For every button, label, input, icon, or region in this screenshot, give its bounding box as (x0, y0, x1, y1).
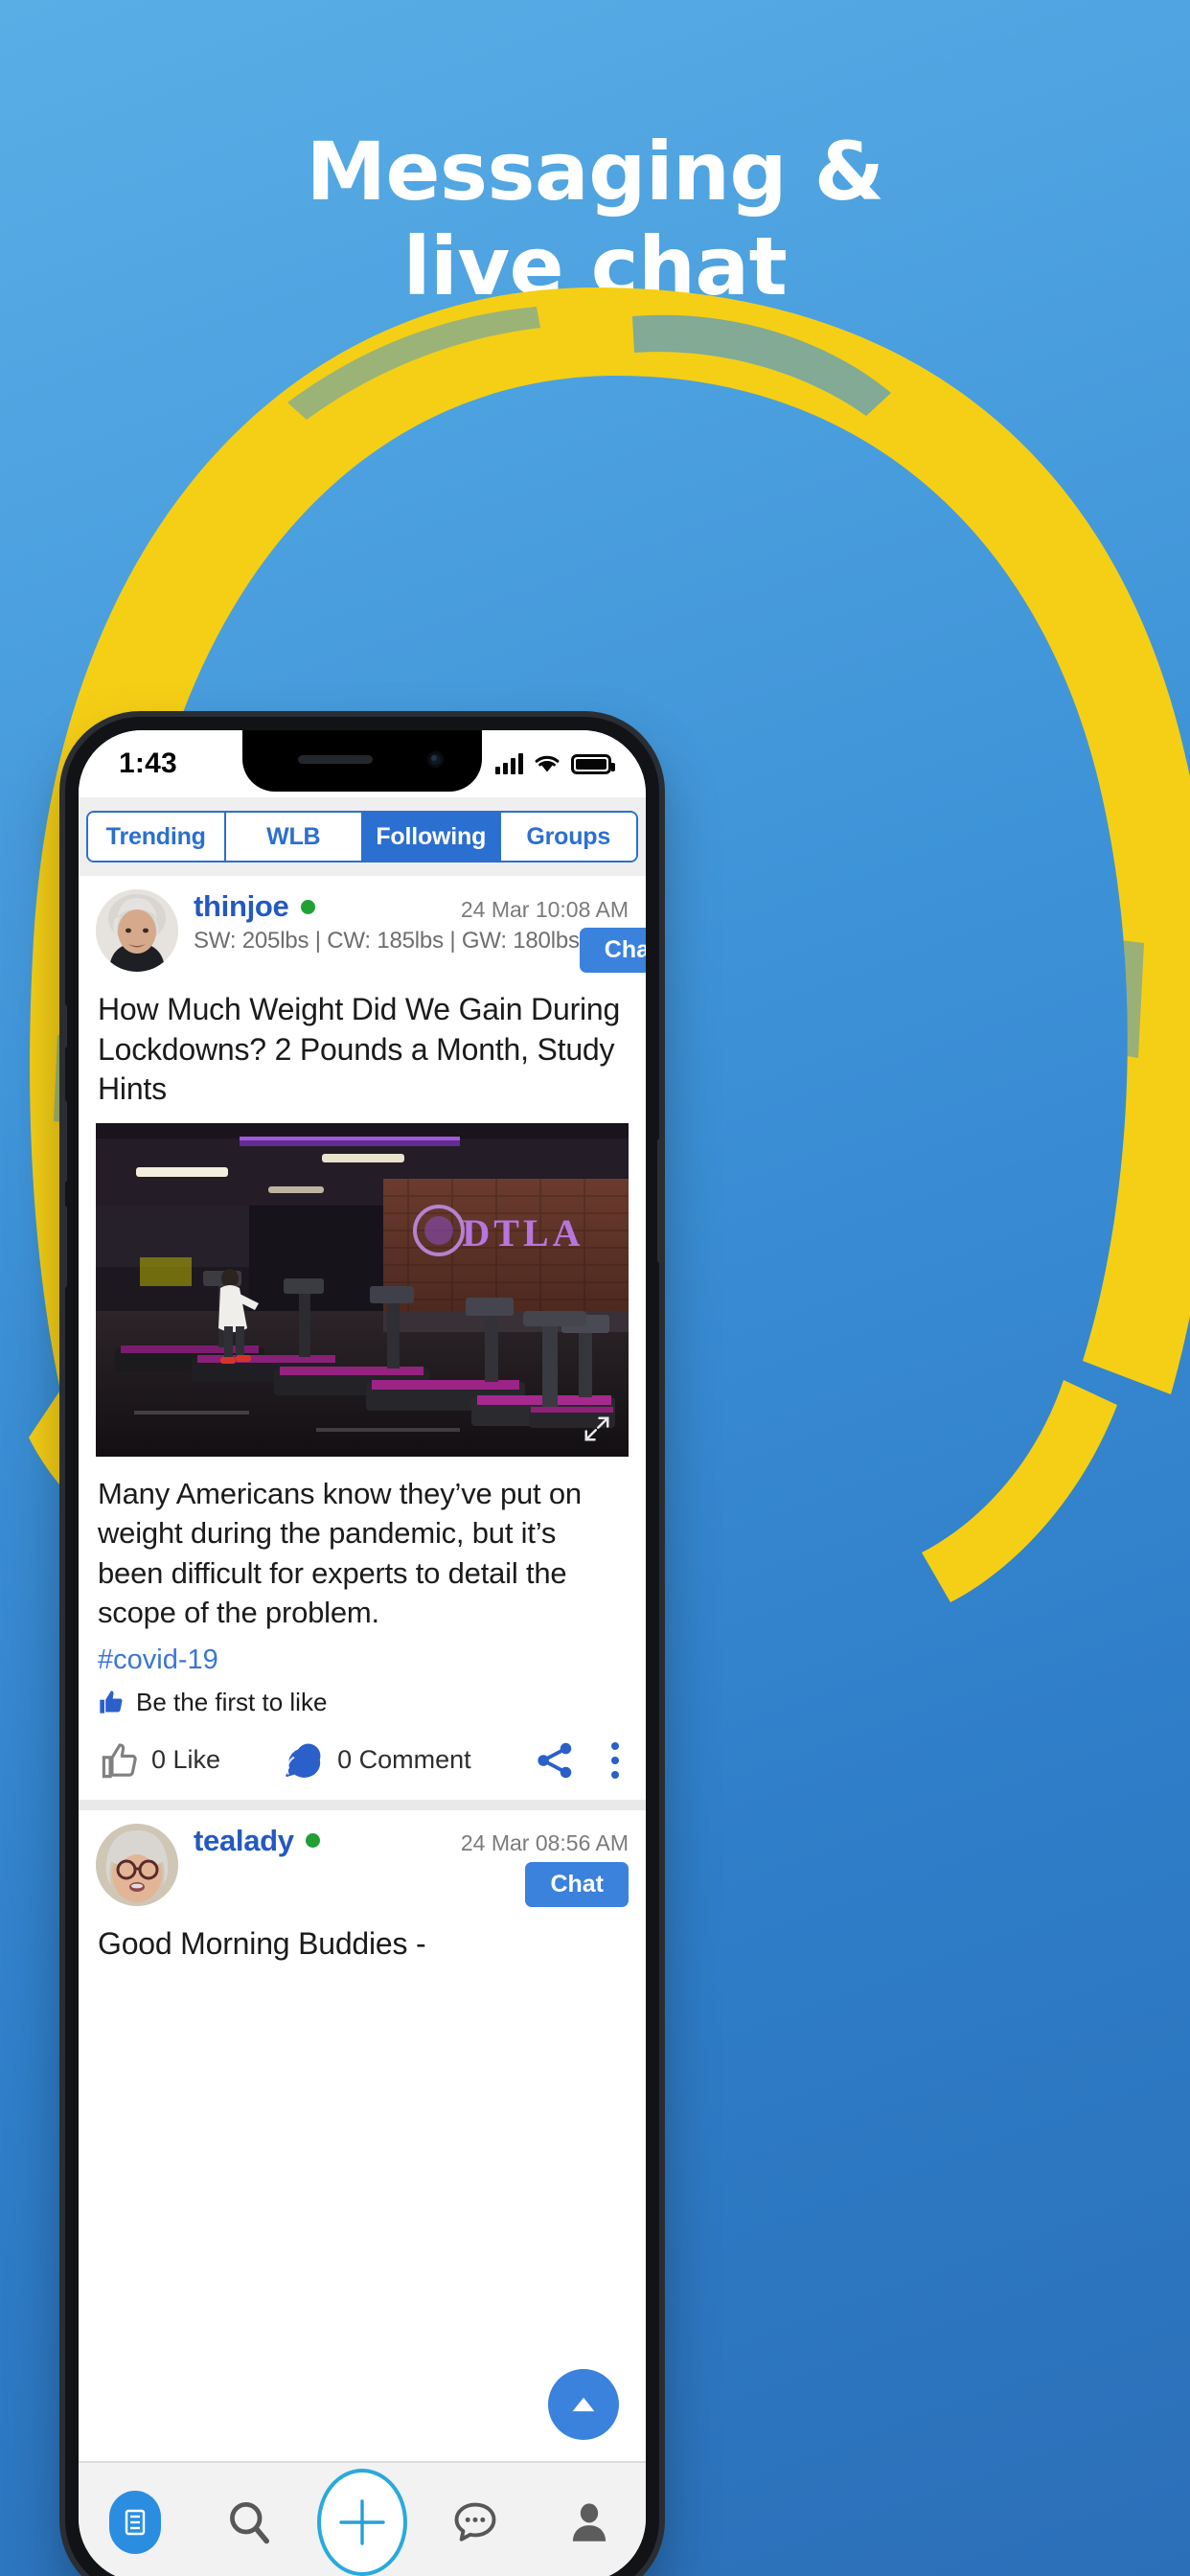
tab-groups[interactable]: Groups (500, 813, 636, 861)
thumbs-up-filled-icon (100, 1690, 123, 1714)
scroll-to-top-button[interactable] (548, 2369, 619, 2440)
post-feed[interactable]: thinjoe 24 Mar 10:08 AM SW: 205lbs | CW:… (79, 876, 646, 1978)
phone-power-button (657, 1138, 659, 1263)
post-title[interactable]: Good Morning Buddies - (79, 1915, 646, 1978)
post-body: Many Americans know they’ve put on weigh… (98, 1476, 582, 1630)
be-first-to-like-label: Be the first to like (136, 1687, 328, 1716)
phone-notch (242, 730, 482, 792)
tab-wlb[interactable]: WLB (225, 813, 363, 861)
phone-mockup: 1:43 Trending WLB Following Groups thinj… (65, 717, 659, 2576)
post-hashtag[interactable]: #covid-19 (79, 1637, 646, 1682)
svg-text:DTLA: DTLA (462, 1211, 584, 1254)
post-username[interactable]: thinjoe (194, 889, 289, 924)
person-icon (572, 2503, 606, 2542)
post-title[interactable]: How Much Weight Did We Gain During Lockd… (79, 980, 646, 1123)
like-button[interactable]: 0 Like (100, 1740, 220, 1781)
nav-item-messages[interactable] (429, 2476, 521, 2568)
post-image[interactable]: DTLA (96, 1122, 629, 1457)
chat-button[interactable]: Chat (579, 928, 646, 973)
post-card: tealady 24 Mar 08:56 AM Chat Good Mornin… (79, 1809, 646, 1978)
more-options-button[interactable] (611, 1741, 625, 1779)
page-title-line-1: Messaging & (306, 125, 884, 218)
post-card: thinjoe 24 Mar 10:08 AM SW: 205lbs | CW:… (79, 876, 646, 1800)
tab-trending[interactable]: Trending (88, 813, 226, 861)
cellular-signal-icon (495, 753, 523, 774)
comment-count-label: 0 Comment (337, 1745, 471, 1775)
status-time: 1:43 (119, 748, 177, 779)
share-icon (537, 1742, 571, 1779)
nav-item-feed[interactable] (89, 2476, 181, 2568)
online-status-icon (300, 899, 315, 914)
phone-volume-up (65, 1100, 67, 1183)
nav-item-search[interactable] (203, 2476, 295, 2568)
earpiece-speaker (298, 755, 373, 764)
wifi-icon (534, 753, 561, 774)
chevron-up-icon (572, 2397, 595, 2412)
post-action-bar: 0 Like 0 Comment (79, 1729, 646, 1800)
plus-circle-icon (316, 2469, 407, 2576)
battery-full-icon (571, 754, 615, 774)
phone-mute-switch (65, 1004, 67, 1048)
promo-screenshot: Messaging & live chat 1:43 Trending WLB … (0, 0, 1190, 2576)
page-title-line-2: live chat (402, 219, 788, 314)
chat-bubble-icon (286, 1743, 321, 1778)
post-header: tealady 24 Mar 08:56 AM Chat (79, 1810, 646, 1915)
feed-tab-bar: Trending WLB Following Groups (79, 797, 646, 876)
page-title: Messaging & live chat (0, 125, 1190, 314)
avatar[interactable] (96, 889, 178, 972)
thumbs-up-icon (102, 1743, 137, 1779)
tab-following[interactable]: Following (363, 813, 501, 861)
post-timestamp: 24 Mar 08:56 AM (460, 1830, 629, 1856)
post-timestamp: 24 Mar 10:08 AM (460, 896, 629, 922)
chat-bubble-icon (454, 2502, 496, 2542)
like-count-label: 0 Like (151, 1745, 221, 1775)
bottom-navigation-bar (79, 2461, 646, 2576)
post-header: thinjoe 24 Mar 10:08 AM SW: 205lbs | CW:… (79, 876, 646, 980)
online-status-icon (305, 1833, 320, 1849)
post-weight-stats: SW: 205lbs | CW: 185lbs | GW: 180lbs (194, 928, 580, 954)
front-camera (427, 751, 444, 768)
phone-screen: 1:43 Trending WLB Following Groups thinj… (79, 730, 646, 2576)
nav-item-create[interactable] (316, 2469, 408, 2576)
search-icon (229, 2501, 269, 2544)
feed-list-icon (109, 2491, 162, 2554)
comment-button[interactable]: 0 Comment (282, 1738, 471, 1782)
share-button[interactable] (533, 1738, 577, 1782)
be-first-to-like-row[interactable]: Be the first to like (79, 1682, 646, 1729)
expand-icon[interactable] (583, 1414, 611, 1443)
phone-volume-down (65, 1206, 67, 1288)
avatar[interactable] (96, 1823, 178, 1906)
post-username[interactable]: tealady (194, 1824, 294, 1858)
chat-button[interactable]: Chat (525, 1861, 629, 1907)
nav-item-profile[interactable] (543, 2476, 635, 2568)
